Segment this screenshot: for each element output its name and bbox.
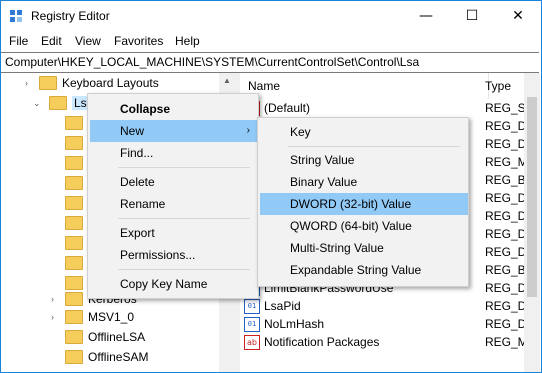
- folder-icon: [65, 309, 83, 324]
- menu-edit[interactable]: Edit: [41, 34, 62, 48]
- menu-view[interactable]: View: [75, 34, 101, 48]
- menu-bar: File Edit View Favorites Help: [1, 31, 541, 51]
- menu-separator: [118, 167, 250, 168]
- value-row[interactable]: ab Notification Packages REG_MU: [240, 331, 536, 353]
- tree-item-offlinesam[interactable]: OfflineSAM: [65, 347, 148, 367]
- menu-separator: [118, 269, 250, 270]
- string-value-icon: ab: [244, 335, 260, 351]
- folder-icon: [65, 329, 83, 344]
- tree-item-keyboard-layouts[interactable]: › Keyboard Layouts: [25, 73, 159, 93]
- submenu-item-qword-value[interactable]: QWORD (64-bit) Value: [260, 215, 468, 237]
- submenu-item-expandable-string-value[interactable]: Expandable String Value: [260, 259, 468, 281]
- address-text: Computer\HKEY_LOCAL_MACHINE\SYSTEM\Curre…: [5, 55, 420, 69]
- menu-item-permissions[interactable]: Permissions...: [90, 244, 258, 266]
- submenu-arrow-icon: ›: [246, 125, 250, 136]
- folder-icon: [65, 115, 83, 130]
- menu-item-find[interactable]: Find...: [90, 142, 258, 164]
- folder-icon: [65, 215, 83, 230]
- folder-icon: [39, 75, 57, 90]
- tree-item-msv1_0[interactable]: › MSV1_0: [51, 307, 134, 327]
- scroll-up-icon[interactable]: ▲: [223, 76, 231, 85]
- registry-editor-window: Registry Editor — ☐ ✕ File Edit View Fav…: [0, 0, 542, 373]
- folder-icon: [65, 255, 83, 270]
- submenu-item-multi-string-value[interactable]: Multi-String Value: [260, 237, 468, 259]
- menu-item-delete[interactable]: Delete: [90, 171, 258, 193]
- folder-icon: [65, 275, 83, 290]
- submenu-item-dword-value[interactable]: DWORD (32-bit) Value: [260, 193, 468, 215]
- submenu-item-string-value[interactable]: String Value: [260, 149, 468, 171]
- minimize-button[interactable]: —: [403, 1, 449, 31]
- new-submenu: Key String Value Binary Value DWORD (32-…: [257, 117, 469, 287]
- maximize-button[interactable]: ☐: [449, 1, 495, 31]
- address-bar[interactable]: Computer\HKEY_LOCAL_MACHINE\SYSTEM\Curre…: [1, 52, 539, 73]
- registry-editor-icon: [10, 10, 22, 22]
- folder-icon: [65, 349, 83, 364]
- expand-icon[interactable]: ›: [51, 289, 54, 309]
- menu-item-copy-key-name[interactable]: Copy Key Name: [90, 273, 258, 295]
- menu-help[interactable]: Help: [175, 34, 200, 48]
- values-scrollbar[interactable]: [524, 73, 540, 372]
- menu-item-new-label: New: [120, 124, 145, 138]
- folder-icon: [65, 175, 83, 190]
- title-bar: Registry Editor — ☐ ✕: [1, 1, 541, 31]
- close-button[interactable]: ✕: [495, 1, 541, 31]
- scroll-thumb[interactable]: [527, 97, 537, 297]
- value-name: ab Notification Packages: [244, 331, 379, 353]
- column-header-name[interactable]: Name: [240, 73, 489, 99]
- folder-icon: [65, 135, 83, 150]
- expand-icon[interactable]: ›: [25, 73, 28, 93]
- folder-icon: [65, 235, 83, 250]
- window-title: Registry Editor: [31, 9, 110, 23]
- folder-icon: [65, 195, 83, 210]
- context-menu: Collapse New › Find... Delete Rename Exp…: [87, 93, 259, 299]
- folder-icon: [65, 155, 83, 170]
- tree-item-offlinelsa[interactable]: OfflineLSA: [65, 327, 145, 347]
- expand-icon[interactable]: ›: [51, 307, 54, 327]
- menu-separator: [288, 146, 460, 147]
- menu-item-export[interactable]: Export: [90, 222, 258, 244]
- menu-item-rename[interactable]: Rename: [90, 193, 258, 215]
- folder-icon: [65, 291, 83, 306]
- menu-favorites[interactable]: Favorites: [114, 34, 163, 48]
- menu-separator: [118, 218, 250, 219]
- menu-file[interactable]: File: [9, 34, 28, 48]
- menu-item-collapse[interactable]: Collapse: [90, 98, 258, 120]
- collapse-icon[interactable]: ⌄: [33, 93, 41, 113]
- submenu-item-key[interactable]: Key: [260, 121, 468, 143]
- menu-item-new[interactable]: New ›: [90, 120, 258, 142]
- folder-icon: [49, 95, 67, 110]
- submenu-item-binary-value[interactable]: Binary Value: [260, 171, 468, 193]
